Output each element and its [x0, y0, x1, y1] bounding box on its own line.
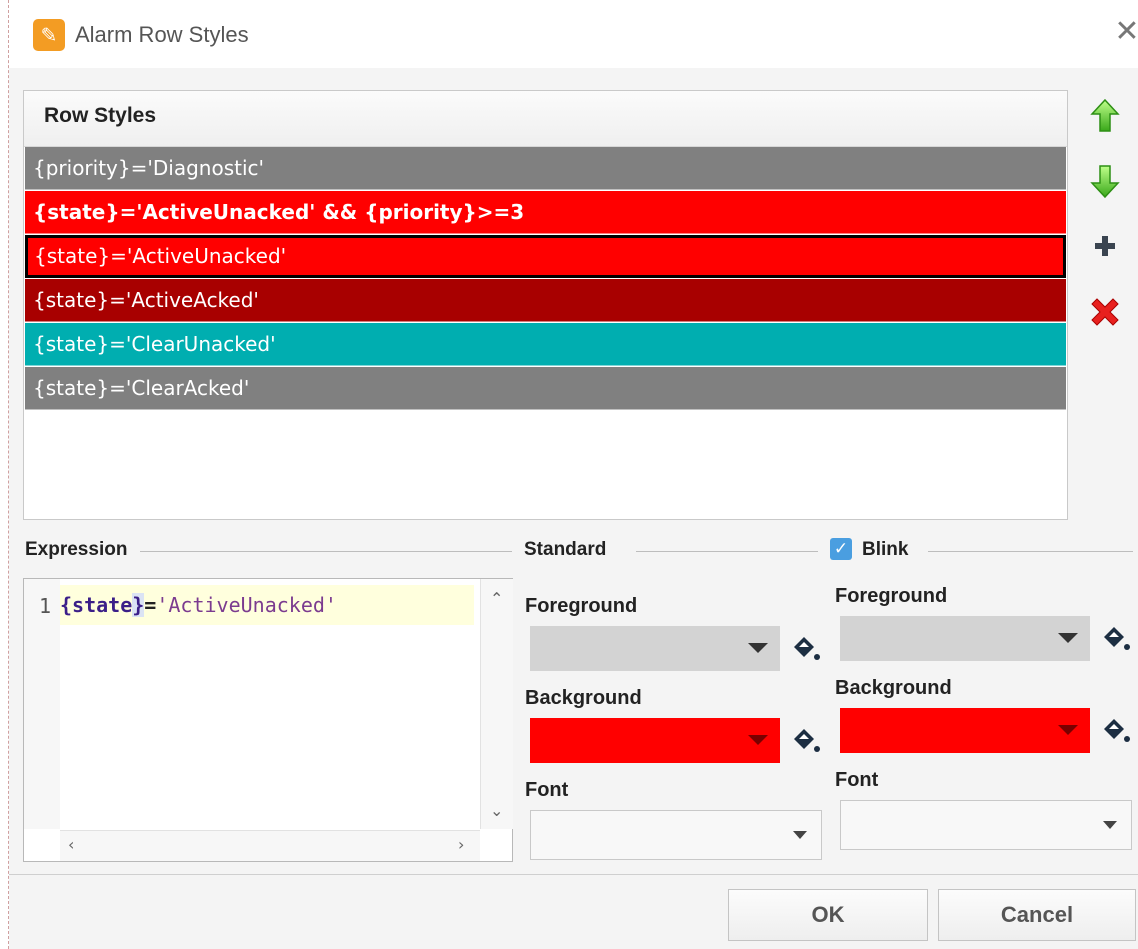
code-token-string: 'ActiveUnacked'	[156, 593, 337, 617]
chevron-down-icon	[1058, 633, 1078, 643]
row-style-item[interactable]: {state}='ClearUnacked'	[25, 323, 1066, 366]
row-style-item[interactable]: {state}='ActiveUnacked'	[25, 235, 1066, 278]
delete-icon	[1091, 298, 1119, 326]
paint-bucket-icon[interactable]	[790, 725, 822, 757]
code-token-equals: =	[144, 593, 157, 617]
chevron-down-icon	[793, 831, 807, 839]
close-icon[interactable]: ✕	[1111, 16, 1138, 48]
row-style-item[interactable]: {state}='ClearAcked'	[25, 367, 1066, 410]
blink-foreground-combo[interactable]	[840, 616, 1090, 661]
blink-label: Blink	[862, 539, 919, 561]
add-icon	[1095, 236, 1115, 256]
code-token-brace: }	[132, 593, 145, 617]
standard-font-combo[interactable]	[530, 810, 822, 860]
ok-button[interactable]: OK	[728, 889, 928, 941]
paint-bucket-icon[interactable]	[1100, 623, 1132, 655]
row-styles-list: Row Styles {priority}='Diagnostic' {state…	[23, 90, 1068, 520]
chevron-down-icon	[748, 735, 768, 745]
chevron-down-icon	[1058, 725, 1078, 735]
row-style-item[interactable]: {state}='ActiveUnacked' && {priority}>=3	[25, 191, 1066, 234]
move-up-icon	[1090, 98, 1120, 132]
horizontal-scrollbar[interactable]: ‹ ›	[60, 830, 480, 861]
blink-font-combo[interactable]	[840, 800, 1132, 850]
row-styles-header: Row Styles	[24, 91, 1067, 147]
paint-bucket-icon[interactable]	[790, 633, 822, 665]
delete-button[interactable]	[1085, 292, 1125, 332]
chevron-down-icon	[748, 643, 768, 653]
paint-bucket-icon[interactable]	[1100, 715, 1132, 747]
row-styles-title: Row Styles	[44, 104, 157, 127]
row-style-item[interactable]: {state}='ActiveAcked'	[25, 279, 1066, 322]
blink-font-label: Font	[835, 769, 879, 791]
chevron-down-icon	[1103, 821, 1117, 829]
footer-separator	[9, 874, 1138, 875]
standard-separator	[636, 551, 818, 552]
expression-editor[interactable]: 1 {state}='ActiveUnacked' ⌃ ⌄ ‹ ›	[23, 578, 513, 862]
standard-background-label: Background	[525, 687, 642, 709]
standard-foreground-label: Foreground	[525, 595, 638, 617]
move-up-button[interactable]	[1085, 96, 1125, 136]
line-number: 1	[39, 594, 52, 618]
code-line[interactable]: {state}='ActiveUnacked'	[60, 585, 474, 625]
move-down-icon	[1090, 165, 1120, 199]
scroll-up-icon[interactable]: ⌃	[490, 589, 503, 608]
standard-label: Standard	[524, 539, 617, 561]
expression-label: Expression	[25, 539, 138, 561]
code-token-open: {state	[60, 593, 133, 617]
blink-separator	[928, 551, 1133, 552]
cancel-button[interactable]: Cancel	[938, 889, 1136, 941]
blink-background-label: Background	[835, 677, 952, 699]
blink-checkbox[interactable]: ✓	[830, 538, 852, 560]
title-bar: ✎ Alarm Row Styles ✕	[9, 0, 1138, 68]
pencil-brush-icon: ✎	[33, 19, 65, 51]
window-edge	[0, 0, 9, 949]
row-style-item[interactable]: {priority}='Diagnostic'	[25, 147, 1066, 190]
standard-font-label: Font	[525, 779, 569, 801]
line-gutter: 1	[24, 579, 60, 829]
move-down-button[interactable]	[1085, 161, 1125, 201]
blink-background-combo[interactable]	[840, 708, 1090, 753]
standard-foreground-combo[interactable]	[530, 626, 780, 671]
blink-foreground-label: Foreground	[835, 585, 948, 607]
scroll-left-icon[interactable]: ‹	[68, 835, 74, 854]
add-button[interactable]	[1085, 226, 1125, 266]
scroll-right-icon[interactable]: ›	[458, 835, 464, 854]
window-title: Alarm Row Styles	[75, 22, 249, 47]
expression-separator	[140, 551, 512, 552]
standard-background-combo[interactable]	[530, 718, 780, 763]
scroll-down-icon[interactable]: ⌄	[490, 801, 503, 820]
vertical-scrollbar[interactable]: ⌃ ⌄	[480, 579, 513, 829]
alarm-row-styles-dialog: ✎ Alarm Row Styles ✕ Row Styles {priorit…	[0, 0, 1138, 949]
